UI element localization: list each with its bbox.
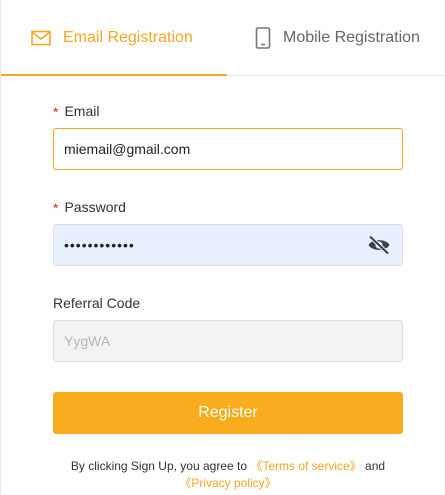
registration-tabs: Email Registration Mobile Registration	[1, 0, 444, 76]
email-field[interactable]	[53, 128, 403, 170]
mobile-phone-icon	[255, 26, 271, 49]
referral-label: Referral Code	[53, 295, 140, 311]
password-label: * Password	[53, 199, 126, 216]
password-field[interactable]	[53, 224, 403, 266]
email-label-text: Email	[64, 103, 100, 119]
required-mark: *	[53, 200, 59, 216]
terms-notice: By clicking Sign Up, you agree to 《Terms…	[53, 458, 403, 492]
tab-mobile-registration[interactable]: Mobile Registration	[227, 0, 444, 75]
tab-email-registration[interactable]: Email Registration	[1, 0, 227, 76]
tab-email-label: Email Registration	[63, 28, 193, 46]
email-label: * Email	[53, 103, 100, 120]
eye-slash-icon[interactable]	[367, 235, 391, 255]
registration-card: Email Registration Mobile Registration *…	[0, 0, 444, 495]
terms-conjunction: and	[365, 459, 386, 473]
terms-prefix: By clicking Sign Up, you agree to	[70, 459, 247, 473]
envelope-icon	[31, 30, 51, 46]
terms-of-service-link[interactable]: 《Terms of service》	[250, 459, 361, 473]
required-mark: *	[53, 104, 59, 120]
referral-label-text: Referral Code	[53, 295, 141, 311]
referral-code-field	[53, 320, 403, 362]
privacy-policy-link[interactable]: 《Privacy policy》	[179, 476, 276, 490]
tab-mobile-label: Mobile Registration	[283, 28, 420, 46]
register-button[interactable]: Register	[53, 392, 403, 434]
password-label-text: Password	[64, 199, 126, 215]
